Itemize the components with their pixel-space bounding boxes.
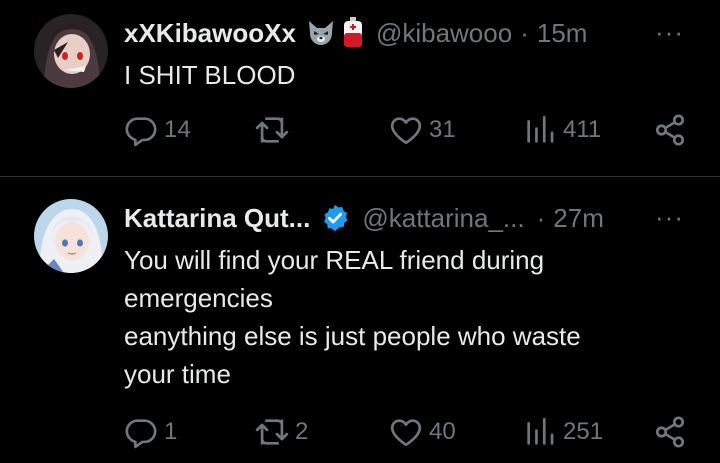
verified-badge-icon xyxy=(320,203,350,233)
separator: · xyxy=(536,202,546,233)
tweet-text-line: your time xyxy=(124,359,231,389)
reply-count: 1 xyxy=(164,418,178,445)
handle[interactable]: @kattarina_... xyxy=(362,203,524,234)
retweet-icon xyxy=(255,419,289,445)
avatar[interactable] xyxy=(34,199,108,273)
like-icon xyxy=(390,419,422,447)
share-icon xyxy=(655,416,685,448)
retweet-icon xyxy=(255,117,289,143)
reply-icon xyxy=(125,419,157,449)
avatar[interactable] xyxy=(34,14,108,88)
views-icon xyxy=(527,115,554,143)
blood-bag-emoji-icon xyxy=(342,17,364,49)
retweet-button[interactable] xyxy=(255,113,295,147)
more-icon[interactable]: ··· xyxy=(655,17,684,48)
tweet-text-line: emergencies xyxy=(124,283,273,313)
share-icon xyxy=(655,114,685,146)
timestamp[interactable]: 15m xyxy=(537,18,588,49)
like-button[interactable]: 40 xyxy=(389,415,456,449)
views-button[interactable]: 251 xyxy=(523,415,603,449)
display-name[interactable]: xXKibawooXx xyxy=(124,18,296,49)
tweet-actions: 1 2 40 251 xyxy=(0,415,720,455)
retweet-button[interactable]: 2 xyxy=(255,415,308,449)
reply-count: 14 xyxy=(164,116,191,143)
reply-button[interactable]: 1 xyxy=(124,415,177,449)
tweet-text: I SHIT BLOOD xyxy=(124,56,684,94)
tweet-2[interactable]: Kattarina Qut... @kattarina_... · 27m ··… xyxy=(0,177,720,463)
tweet-header: Kattarina Qut... @kattarina_... · 27m xyxy=(124,199,604,237)
display-name[interactable]: Kattarina Qut... xyxy=(124,203,310,234)
views-count: 411 xyxy=(563,116,602,143)
views-count: 251 xyxy=(563,418,604,445)
tweet-header: xXKibawooXx @kibawooo · 15m xyxy=(124,14,587,52)
separator: · xyxy=(520,17,529,48)
views-button[interactable]: 411 xyxy=(523,113,601,147)
retweet-count: 2 xyxy=(295,418,309,445)
share-button[interactable] xyxy=(653,113,687,147)
tweet-text-line: You will find your REAL friend during xyxy=(124,245,545,275)
tweet-text-line: I SHIT BLOOD xyxy=(124,60,296,90)
like-icon xyxy=(390,117,422,145)
like-count: 40 xyxy=(429,418,456,445)
reply-icon xyxy=(125,117,157,147)
share-button[interactable] xyxy=(653,415,687,449)
more-icon[interactable]: ··· xyxy=(655,202,684,233)
handle[interactable]: @kibawooo xyxy=(376,18,512,49)
reply-button[interactable]: 14 xyxy=(124,113,191,147)
timestamp[interactable]: 27m xyxy=(553,203,604,234)
views-icon xyxy=(527,417,554,445)
tweet-text-line: eanything else is just people who waste xyxy=(124,321,581,351)
tweet-1[interactable]: xXKibawooXx @kibawooo · 15m ··· I SHIT B… xyxy=(0,0,720,176)
tweet-actions: 14 31 411 xyxy=(0,113,720,153)
tweet-text: You will find your REAL friend during em… xyxy=(124,241,684,393)
wolf-emoji-icon xyxy=(306,19,336,47)
like-count: 31 xyxy=(429,116,456,143)
like-button[interactable]: 31 xyxy=(389,113,456,147)
